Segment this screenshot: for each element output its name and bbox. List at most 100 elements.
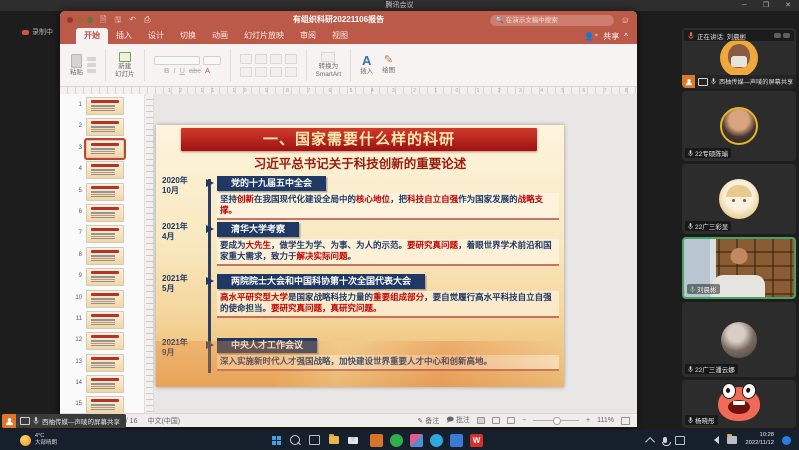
mac-traffic-lights[interactable] — [67, 17, 93, 23]
slide-thumbnail-10[interactable]: 10 — [73, 290, 144, 308]
weather-widget[interactable]: 4°C大部晴朗 — [20, 433, 57, 447]
justify-button[interactable] — [285, 67, 297, 77]
cut-copy-format-buttons[interactable] — [87, 57, 96, 73]
notification-badge[interactable] — [782, 436, 791, 445]
paste-button[interactable]: 粘贴 — [70, 54, 83, 76]
participant-tile[interactable]: 杨晓彤 — [682, 380, 796, 428]
slide-thumbnail-4[interactable]: 4 — [73, 161, 144, 179]
align-left-button[interactable] — [240, 67, 252, 77]
zoom-slider[interactable] — [533, 420, 579, 421]
slide-thumbnail-9[interactable]: 9 — [73, 268, 144, 286]
slide-thumbnail-5[interactable]: 5 — [73, 183, 144, 201]
normal-view-icon[interactable] — [477, 417, 485, 424]
bullets-button[interactable] — [240, 54, 252, 64]
undo-icon[interactable]: ↶ — [129, 11, 136, 29]
slide-thumbnail-6[interactable]: 6 — [73, 204, 144, 222]
tray-expand-icon[interactable] — [646, 436, 656, 446]
slide-thumbnail-11[interactable]: 11 — [73, 311, 144, 329]
new-slide-button[interactable]: 新建幻灯片 — [115, 52, 135, 78]
underline-button[interactable]: U — [179, 66, 184, 75]
indent-button[interactable] — [270, 54, 282, 64]
volume-icon[interactable] — [710, 436, 719, 444]
fit-slide-icon[interactable] — [621, 417, 630, 425]
screen-share-indicator[interactable]: 西柚传媒—声唛的屏幕共享 — [2, 414, 126, 428]
italic-button[interactable]: I — [173, 66, 175, 75]
zoom-level[interactable]: 111% — [597, 417, 614, 424]
zoom-icon[interactable] — [87, 17, 93, 23]
slide-thumbnail-15[interactable]: 15 — [73, 396, 144, 413]
zoom-in-button[interactable]: + — [586, 417, 590, 424]
cut-icon[interactable] — [87, 57, 96, 61]
line-spacing-button[interactable] — [285, 54, 297, 64]
slide-thumbnail-12[interactable]: 12 — [73, 332, 144, 350]
slide-canvas[interactable]: 一、国家需要什么样的科研 习近平总书记关于科技创新的重要论述 2020年10月 … — [154, 94, 637, 413]
taskbar-search-icon[interactable] — [290, 435, 300, 445]
share-document-button[interactable]: 👤⁺ 共享 ^ — [584, 31, 628, 42]
tab-home[interactable]: 开始 — [76, 28, 108, 44]
slide-thumbnail-14[interactable]: 14 — [73, 375, 144, 393]
numbering-button[interactable] — [255, 54, 267, 64]
slide-thumbnail-panel[interactable]: 12345678910111213141516 — [60, 94, 145, 413]
notes-button[interactable]: ✎ 备注 — [417, 416, 439, 426]
minimize-button[interactable]: ─ — [742, 0, 747, 11]
taskbar-clock[interactable]: 10:282022/11/12 — [745, 432, 774, 447]
slideshow-view-icon[interactable] — [507, 417, 515, 424]
minimize-icon[interactable] — [77, 17, 83, 23]
comments-button[interactable]: 🗩 批注 — [446, 415, 470, 427]
language-indicator[interactable]: 中文(中国) — [147, 416, 180, 426]
slide-thumbnail-1[interactable]: 1 — [73, 97, 144, 115]
bold-button[interactable]: B — [164, 66, 169, 75]
slide-sorter-icon[interactable] — [492, 417, 500, 424]
windows-start-button[interactable] — [272, 436, 281, 445]
tab-insert[interactable]: 插入 — [108, 28, 140, 44]
tab-design[interactable]: 设计 — [140, 28, 172, 44]
tab-slideshow[interactable]: 幻灯片放映 — [236, 28, 292, 44]
new-doc-icon[interactable]: 🗎 — [100, 11, 106, 29]
participant-tile[interactable]: 22广三彩显 — [682, 164, 796, 234]
strikethrough-button[interactable]: abc — [189, 66, 201, 75]
close-icon[interactable] — [67, 17, 73, 23]
font-color-button[interactable]: A — [205, 66, 210, 75]
align-right-button[interactable] — [270, 67, 282, 77]
store-app-icon[interactable] — [370, 434, 383, 447]
font-family-select[interactable] — [154, 56, 200, 65]
insert-button[interactable]: A 插入 — [360, 54, 373, 75]
tab-animations[interactable]: 动画 — [204, 28, 236, 44]
tab-transitions[interactable]: 切换 — [172, 28, 204, 44]
wps-app-icon[interactable]: W — [470, 434, 483, 447]
slide-thumbnail-8[interactable]: 8 — [73, 247, 144, 265]
file-explorer-icon[interactable] — [329, 436, 339, 444]
collapse-ribbon-icon[interactable]: ^ — [624, 32, 628, 41]
tab-review[interactable]: 审阅 — [292, 28, 324, 44]
messaging-app-icon[interactable] — [430, 434, 443, 447]
participant-tile[interactable]: 22专硕陈瑜 — [682, 91, 796, 161]
copy-icon[interactable] — [87, 63, 96, 67]
task-view-icon[interactable] — [309, 435, 320, 445]
slide-thumbnail-3[interactable]: 3 — [73, 140, 144, 158]
participant-tile-sharer[interactable]: 正在讲话: 刘晨彬 西柚传媒—声唛的屏幕共享 — [682, 28, 796, 88]
slide-thumbnail-2[interactable]: 2 — [73, 118, 144, 136]
search-input[interactable]: 🔍 在演示文稿中搜索 — [490, 15, 614, 26]
zoom-out-button[interactable]: − — [522, 417, 526, 424]
participant-tile-speaking-video[interactable]: 刘晨彬 — [682, 237, 796, 299]
draw-button[interactable]: ✎ 绘图 — [382, 55, 395, 74]
cloud-app-icon[interactable] — [450, 434, 463, 447]
green-app-icon[interactable] — [390, 434, 403, 447]
close-button[interactable]: ✕ — [785, 0, 791, 11]
save-icon[interactable]: 🖫 — [114, 11, 121, 29]
mail-icon[interactable] — [348, 437, 358, 444]
tray-folder-icon[interactable] — [727, 436, 737, 444]
photos-app-icon[interactable] — [410, 434, 423, 447]
tab-view[interactable]: 视图 — [324, 28, 356, 44]
tray-app-icon[interactable] — [675, 436, 685, 445]
print-icon[interactable]: ⎙ — [144, 11, 150, 29]
align-center-button[interactable] — [255, 67, 267, 77]
settings-icon[interactable]: ☺ — [621, 11, 630, 29]
maximize-button[interactable]: ❐ — [763, 0, 769, 11]
wifi-icon[interactable] — [693, 437, 702, 443]
participant-tile[interactable]: 22广三潘云娜 — [682, 302, 796, 377]
quick-access-icons[interactable]: 🗎 🖫 ↶ ⎙ — [100, 11, 150, 29]
slide-thumbnail-7[interactable]: 7 — [73, 225, 144, 243]
slide-thumbnail-13[interactable]: 13 — [73, 354, 144, 372]
zoom-slider-handle[interactable] — [553, 417, 561, 425]
